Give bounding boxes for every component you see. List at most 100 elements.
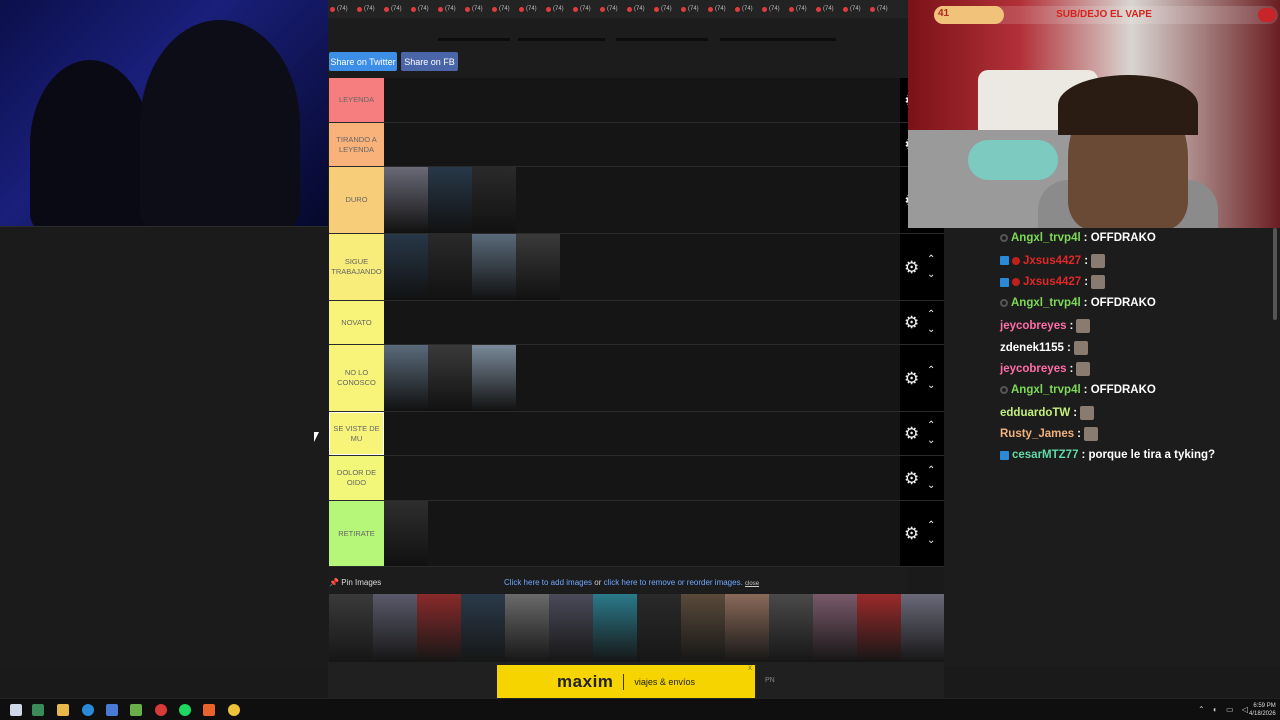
chevron-down-icon[interactable]: ⌄ <box>927 269 935 280</box>
tier-image[interactable] <box>472 167 516 233</box>
chat-username[interactable]: edduardoTW <box>1000 407 1070 419</box>
pool-image[interactable] <box>417 594 461 662</box>
browser-tab[interactable]: (74) <box>600 6 627 12</box>
chevron-up-icon[interactable]: ⌃ <box>927 421 935 431</box>
chat-username[interactable]: Jxsus4427 <box>1023 255 1081 267</box>
pool-image[interactable] <box>461 594 505 662</box>
tier-label[interactable]: LEYENDA <box>329 78 384 122</box>
chat-username[interactable]: Angxl_trvp4l <box>1011 232 1081 244</box>
tier-image[interactable] <box>384 167 428 233</box>
chevron-up-icon[interactable]: ⌃ <box>927 310 935 320</box>
tier-image[interactable] <box>428 167 472 233</box>
folder-icon[interactable] <box>57 704 69 716</box>
browser-tab[interactable]: (74) <box>735 6 762 12</box>
chat-scrollbar[interactable] <box>1273 228 1277 320</box>
app-icon[interactable] <box>155 704 167 716</box>
system-tray-icons[interactable]: ⌃ ◐ ▭ ◁ <box>1198 705 1251 714</box>
tier-label[interactable]: RETIRATE <box>329 501 384 566</box>
tier-label[interactable]: NOVATO <box>329 301 384 344</box>
tier-image[interactable] <box>428 345 472 411</box>
brave-icon[interactable] <box>203 704 215 716</box>
pool-image[interactable] <box>329 594 373 662</box>
clock[interactable]: 6:59 PM 4/18/2026 <box>1249 702 1276 718</box>
browser-tab[interactable]: (74) <box>438 6 465 12</box>
chevron-down-icon[interactable]: ⌄ <box>927 480 935 491</box>
tier-label[interactable]: SIGUE TRABAJANDO <box>329 234 384 300</box>
close-link[interactable]: close <box>745 581 759 587</box>
browser-tab[interactable]: (74) <box>384 6 411 12</box>
chat-username[interactable]: cesarMTZ77 <box>1012 449 1078 461</box>
chevron-up-icon[interactable]: ⌃ <box>927 365 935 376</box>
chat-username[interactable]: jeycobreyes <box>1000 320 1067 332</box>
pool-image[interactable] <box>681 594 725 662</box>
tier-image[interactable] <box>516 234 560 300</box>
chevron-up-icon[interactable]: ⌃ <box>927 521 935 531</box>
tier-image[interactable] <box>428 234 472 300</box>
browser-tab[interactable]: (74) <box>762 6 789 12</box>
app-icon[interactable] <box>130 704 142 716</box>
gear-icon[interactable]: ⚙ <box>904 425 919 442</box>
app-icon[interactable] <box>106 704 118 716</box>
gear-icon[interactable]: ⚙ <box>904 470 919 487</box>
gear-icon[interactable]: ⚙ <box>904 314 919 331</box>
pool-image[interactable] <box>725 594 769 662</box>
tier-label[interactable]: TIRANDO A LEYENDA <box>329 123 384 166</box>
chevron-up-icon[interactable]: ⌃ <box>927 254 935 265</box>
pool-image[interactable] <box>593 594 637 662</box>
browser-tab[interactable]: (74) <box>330 6 357 12</box>
chevron-up-icon[interactable]: ⌃ <box>927 465 935 476</box>
nav-tab[interactable] <box>518 38 605 41</box>
reorder-images-link[interactable]: click here to remove or reorder images. <box>604 578 743 587</box>
tier-image[interactable] <box>384 345 428 411</box>
browser-tab[interactable]: (74) <box>492 6 519 12</box>
chrome-icon[interactable] <box>228 704 240 716</box>
nav-tab[interactable] <box>616 38 708 41</box>
tier-label[interactable]: DURO <box>329 167 384 233</box>
tier-image[interactable] <box>472 345 516 411</box>
browser-tab[interactable]: (74) <box>573 6 600 12</box>
add-images-link[interactable]: Click here to add images <box>504 578 592 587</box>
tier-image[interactable] <box>472 234 516 300</box>
tier-image[interactable] <box>384 501 428 566</box>
pin-images-toggle[interactable]: 📌 Pin Images <box>329 578 381 587</box>
browser-tab[interactable]: (74) <box>708 6 735 12</box>
chevron-down-icon[interactable]: ⌄ <box>927 536 935 546</box>
share-twitter-button[interactable]: Share on Twitter <box>329 52 397 71</box>
tier-label[interactable]: SE VISTE DE MU <box>329 412 384 455</box>
pool-image[interactable] <box>769 594 813 662</box>
ad-banner[interactable]: maxim viajes & envíos X <box>497 665 755 698</box>
browser-tab[interactable]: (74) <box>870 6 897 12</box>
browser-tab[interactable]: (74) <box>465 6 492 12</box>
pool-image[interactable] <box>637 594 681 662</box>
tier-image[interactable] <box>384 234 428 300</box>
pool-image[interactable] <box>549 594 593 662</box>
gear-icon[interactable]: ⚙ <box>904 370 919 387</box>
nav-tab[interactable] <box>720 38 836 41</box>
browser-icon[interactable] <box>82 704 94 716</box>
nav-tab[interactable] <box>438 38 510 41</box>
browser-tab[interactable]: (74) <box>411 6 438 12</box>
browser-tab[interactable]: (74) <box>654 6 681 12</box>
chevron-down-icon[interactable]: ⌄ <box>927 436 935 446</box>
ad-close-button[interactable]: X <box>748 666 752 672</box>
pool-image[interactable] <box>857 594 901 662</box>
gear-icon[interactable]: ⚙ <box>904 259 919 276</box>
browser-tab[interactable]: (74) <box>627 6 654 12</box>
app-icon[interactable] <box>32 704 44 716</box>
tier-label[interactable]: NO LO CONOSCO <box>329 345 384 411</box>
tier-label[interactable]: DOLOR DE OIDO <box>329 456 384 500</box>
browser-tab[interactable]: (74) <box>843 6 870 12</box>
pool-image[interactable] <box>901 594 944 662</box>
browser-tab[interactable]: (74) <box>357 6 384 12</box>
share-fb-button[interactable]: Share on FB <box>401 52 458 71</box>
gear-icon[interactable]: ⚙ <box>904 525 919 542</box>
browser-tab[interactable]: (74) <box>816 6 843 12</box>
browser-tab[interactable]: (74) <box>681 6 708 12</box>
pool-image[interactable] <box>505 594 549 662</box>
browser-tab[interactable]: (74) <box>546 6 573 12</box>
chevron-down-icon[interactable]: ⌄ <box>927 380 935 391</box>
chevron-down-icon[interactable]: ⌄ <box>927 325 935 335</box>
chat-username[interactable]: Angxl_trvp4l <box>1011 384 1081 396</box>
spotify-icon[interactable] <box>179 704 191 716</box>
pool-image[interactable] <box>373 594 417 662</box>
